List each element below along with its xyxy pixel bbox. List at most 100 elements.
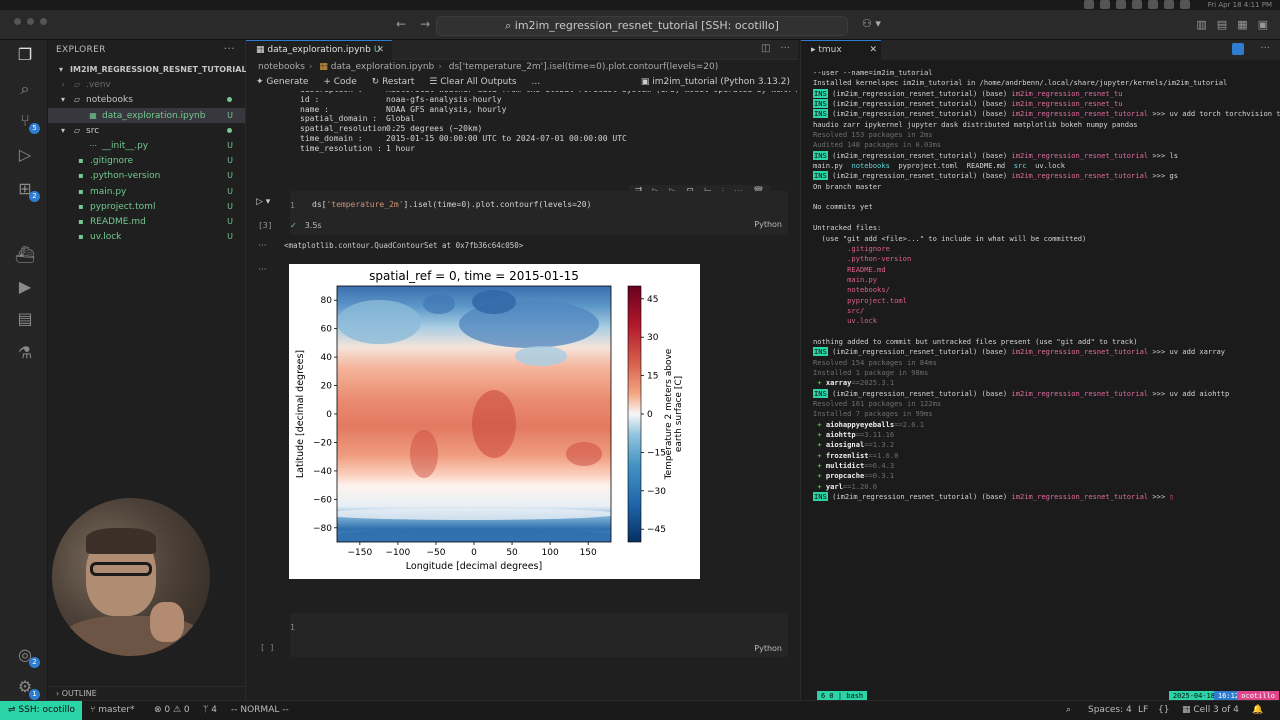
source-control-icon[interactable]: ⑂ 5: [14, 110, 40, 134]
tree-item[interactable]: › ▱ .venv: [48, 77, 245, 92]
back-arrow-icon[interactable]: ←: [396, 17, 406, 31]
tree-item[interactable]: ▦ data_exploration.ipynb U: [48, 107, 245, 123]
copilot-icon[interactable]: ⚇ ▾: [862, 17, 881, 30]
window-controls[interactable]: [14, 18, 47, 25]
more-actions-icon[interactable]: ···: [224, 42, 235, 55]
colorbar-tick-label: 30: [647, 333, 659, 343]
terminal-text: --user --name=im2im_tutorial: [813, 68, 933, 77]
terminal-line: main.py notebooks pyproject.toml README.…: [813, 161, 1273, 171]
tree-item[interactable]: ▪ main.py U: [48, 184, 245, 199]
tree-item[interactable]: ▪ README.md U: [48, 214, 245, 229]
restart-button[interactable]: ↻ Restart: [372, 77, 415, 87]
notifications-icon[interactable]: 🔔: [1252, 701, 1263, 720]
tree-item[interactable]: ▪ .gitignore U: [48, 153, 245, 168]
menu-bar-clock: Fri Apr 18 4:11 PM: [1207, 1, 1272, 9]
cell-indicator[interactable]: ▦ Cell 3 of 4: [1182, 701, 1239, 720]
terminal-text: ▯: [1169, 492, 1174, 502]
tree-item[interactable]: ▾ ▱ notebooks: [48, 92, 245, 107]
close-dot[interactable]: [14, 18, 21, 25]
tree-item[interactable]: ⋯ __init__.py U: [48, 138, 245, 153]
terminal-line: + aiohttp==3.11.16: [813, 430, 1273, 440]
terminal-text: .python-version: [813, 254, 912, 264]
close-icon[interactable]: ✕: [869, 41, 877, 59]
more-actions-icon[interactable]: ···: [780, 43, 790, 54]
lock-icon[interactable]: [1232, 43, 1244, 55]
code-cell[interactable]: 1 ds['temperature_2m'].isel(time=0).plot…: [290, 191, 788, 235]
tree-item-label: uv.lock: [90, 232, 122, 243]
run-cell-icon[interactable]: ▷ ▾: [256, 197, 270, 207]
workspace-root[interactable]: ▾ IM2IM_REGRESSION_RESNET_TUTORIAL [SSH:.…: [48, 62, 283, 77]
activity-bar: ❐ ⌕ ⑂ 5 ▷ ⊞ 2 ⛴ ▶ ▤ ⚗ ◎ 2 ⚙ 1: [0, 40, 48, 700]
metadata-row: spatial_resolution :0.25 degrees (~20km): [300, 124, 798, 134]
terminal-line: pyproject.toml: [813, 296, 1273, 306]
split-editor-icon[interactable]: ◫: [761, 43, 770, 54]
accounts-icon[interactable]: ◎ 2: [14, 644, 40, 668]
tree-item[interactable]: ▪ pyproject.toml U: [48, 199, 245, 214]
indentation-indicator[interactable]: Spaces: 4: [1088, 701, 1132, 720]
tab-data-exploration[interactable]: ▦ data_exploration.ipynb U ✕: [246, 40, 392, 60]
metadata-row: spatial_domain : Global: [300, 114, 798, 124]
more-actions-icon[interactable]: ···: [1260, 43, 1270, 54]
terminal-line: INS (im2im_regression_resnet_tutorial) (…: [813, 492, 1273, 502]
testing-icon[interactable]: ⚗: [14, 342, 36, 364]
y-tick-label: 80: [321, 296, 333, 306]
cell-code[interactable]: ds['temperature_2m'].isel(time=0).plot.c…: [312, 200, 591, 209]
eol-indicator[interactable]: LF: [1138, 701, 1148, 720]
generate-button[interactable]: ✦ Generate: [256, 77, 308, 87]
extensions-icon[interactable]: ⊞ 2: [14, 178, 40, 202]
zoom-icon[interactable]: ⌕: [1066, 701, 1071, 720]
remote-indicator[interactable]: ⇌ SSH: ocotillo: [0, 701, 82, 720]
command-center[interactable]: ⌕ im2im_regression_resnet_tutorial [SSH:…: [436, 16, 848, 36]
empty-code-cell[interactable]: 1 Python: [290, 613, 788, 657]
menu-bar-strip: Fri Apr 18 4:11 PM: [0, 0, 1280, 10]
outline-section[interactable]: › OUTLINE: [48, 686, 246, 700]
output-more-icon[interactable]: ···: [258, 241, 267, 251]
zoom-dot[interactable]: [40, 18, 47, 25]
notebook-icon[interactable]: ▤: [14, 308, 36, 330]
settings-gear-icon[interactable]: ⚙ 1: [14, 676, 40, 700]
tree-item-label: .gitignore: [90, 156, 134, 167]
breadcrumb-folder[interactable]: notebooks: [258, 62, 305, 72]
branch-indicator[interactable]: ⑂ master*: [90, 701, 135, 720]
toggle-secondary-sidebar-icon[interactable]: ▦: [1237, 18, 1247, 31]
terminal-line: --user --name=im2im_tutorial: [813, 68, 1273, 78]
tree-item[interactable]: ▪ .python-version U: [48, 168, 245, 183]
explorer-icon[interactable]: ❐: [14, 44, 36, 66]
terminal-text: aiosignal: [825, 440, 865, 450]
close-icon[interactable]: ✕: [376, 41, 384, 59]
run-debug-icon[interactable]: ▷: [14, 144, 36, 166]
cell-language[interactable]: Python: [754, 644, 782, 653]
problems-indicator[interactable]: ⊗ 0 ⚠ 0: [154, 701, 190, 720]
docker-icon[interactable]: ⛴: [14, 244, 36, 266]
kernel-picker[interactable]: ▣ im2im_tutorial (Python 3.13.2): [641, 75, 790, 90]
add-code-button[interactable]: + Code: [323, 77, 356, 87]
cell-language[interactable]: Python: [754, 220, 782, 229]
metadata-value: 2015-01-15 00:00:00 UTC to 2024-07-01 00…: [386, 133, 627, 143]
tab-tmux[interactable]: ▸ tmux ✕: [801, 40, 881, 60]
forward-arrow-icon[interactable]: →: [420, 17, 430, 31]
tree-item[interactable]: ▾ ▱ src: [48, 123, 245, 138]
colorbar-tick-label: 0: [647, 410, 653, 420]
ports-indicator[interactable]: ᛘ 4: [203, 701, 217, 720]
search-icon[interactable]: ⌕: [14, 78, 36, 100]
minimize-dot[interactable]: [27, 18, 34, 25]
toggle-primary-sidebar-icon[interactable]: ▥: [1196, 18, 1206, 31]
customize-layout-icon[interactable]: ▣: [1258, 18, 1268, 31]
language-braces-icon[interactable]: {}: [1158, 701, 1169, 720]
output-more-icon[interactable]: ···: [258, 265, 267, 275]
colorbar-label: Temperature 2 meters aboveearth surface …: [664, 348, 684, 480]
tree-item[interactable]: ▪ uv.lock U: [48, 229, 245, 244]
toggle-panel-icon[interactable]: ▤: [1217, 18, 1227, 31]
sparkle-icon: ✦: [256, 77, 267, 87]
toolbar-more-button[interactable]: ...: [531, 77, 540, 87]
search-icon: ⌕: [505, 19, 515, 32]
notebook-icon: ▦: [1182, 705, 1194, 715]
metadata-key: spatial_resolution :: [300, 124, 397, 134]
clear-outputs-button[interactable]: ☰ Clear All Outputs: [429, 77, 516, 87]
remote-explorer-icon[interactable]: ▶: [14, 276, 36, 298]
terminal-text: Installed kernelspec im2im_tutorial in /…: [813, 78, 1228, 88]
terminal-output[interactable]: --user --name=im2im_tutorial Installed ke…: [813, 68, 1280, 502]
terminal-text: aiohttp: [825, 430, 856, 440]
breadcrumb-cell[interactable]: ds['temperature_2m'].isel(time=0).plot.c…: [449, 62, 719, 72]
breadcrumb-file[interactable]: data_exploration.ipynb: [331, 62, 434, 72]
